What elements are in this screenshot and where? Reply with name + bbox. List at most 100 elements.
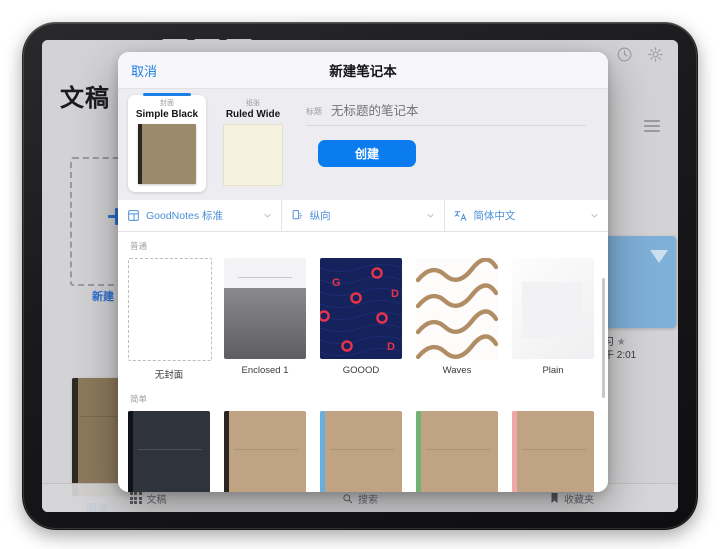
tab-label: 搜索 (358, 494, 378, 506)
search-icon (343, 493, 353, 503)
svg-text:G: G (332, 277, 341, 289)
modal-top-section: 封面 Simple Black 纸张 Ruled Wide 标题 无标题的笔记本… (118, 89, 608, 200)
cover-thumb (128, 411, 210, 492)
modal-options-row: GoodNotes 标准 纵向 简体中文 (118, 200, 608, 232)
modal-header: 取消 新建笔记本 (118, 52, 608, 89)
tab-search[interactable]: 搜索 (254, 491, 466, 506)
cover-label: GOOOD (342, 365, 380, 376)
cover-thumb (512, 258, 594, 359)
cover-spine (320, 411, 325, 492)
title-input[interactable] (329, 103, 586, 119)
book-fold-decoration (650, 250, 668, 263)
cover-item-simple-dark[interactable] (128, 411, 210, 492)
option-template[interactable]: GoodNotes 标准 (118, 200, 281, 231)
cover-thumb (224, 258, 306, 359)
cover-item-goood[interactable]: G D D GOOOD (320, 258, 402, 381)
option-template-label: GoodNotes 标准 (146, 210, 224, 222)
new-notebook-label: 新建 (92, 291, 114, 303)
modal-title: 新建笔记本 (329, 64, 397, 79)
cover-picker-kind: 封面 (160, 100, 174, 107)
library-book-time: 午 2:01 (604, 350, 637, 361)
cover-item-waves[interactable]: Waves (416, 258, 498, 381)
cover-thumb (320, 411, 402, 492)
tab-label: 文稿 (146, 494, 167, 506)
section-heading: 普通 (130, 241, 148, 251)
cover-item-simple-black-spine[interactable] (224, 411, 306, 492)
ipad-screen: 文稿 新建 阅读 习 ★ 午 2:01 (42, 40, 678, 512)
paper-thumbnail (223, 124, 283, 186)
cover-rule-line (138, 449, 202, 450)
cover-spine (138, 124, 142, 184)
cancel-button[interactable]: 取消 (131, 61, 157, 80)
cover-rule-line (238, 277, 292, 278)
tab-documents[interactable]: 文稿 (42, 491, 254, 506)
cover-gallery[interactable]: 普通 无封面 Enclosed 1 G D D GOOOD Waves Plai… (118, 232, 608, 492)
cover-thumbnail (138, 124, 196, 184)
option-language[interactable]: 简体中文 (444, 200, 608, 231)
cover-label: Plain (542, 365, 564, 376)
library-book-study[interactable] (602, 236, 676, 328)
paper-picker-name: Ruled Wide (225, 109, 281, 120)
star-icon: ★ (616, 337, 626, 348)
gear-icon[interactable] (647, 46, 664, 63)
cover-spine (128, 411, 133, 492)
orientation-icon (292, 210, 302, 220)
cover-rule-line (330, 449, 394, 450)
grid-icon (129, 492, 142, 504)
cover-rule-line (426, 449, 490, 450)
cover-row-simple (128, 411, 608, 492)
create-button[interactable]: 创建 (318, 140, 416, 167)
cover-row-normal: 无封面 Enclosed 1 G D D GOOOD Waves Plain (128, 258, 608, 381)
goood-pattern: G D D (320, 263, 402, 357)
cover-top-band (224, 258, 306, 288)
cover-item-simple-blue-spine[interactable] (320, 411, 402, 492)
option-orientation[interactable]: 纵向 (280, 200, 445, 231)
cover-bottom-band (224, 288, 306, 359)
cover-shade (522, 282, 582, 338)
cover-item-simple-green-spine[interactable] (416, 411, 498, 492)
chevron-down-icon (591, 213, 598, 218)
cover-picker-name: Simple Black (135, 109, 199, 120)
cover-label: Waves (442, 365, 472, 376)
bookmark-icon (551, 493, 558, 503)
cover-item-no-cover[interactable]: 无封面 (128, 258, 212, 381)
template-icon (128, 210, 139, 221)
section-heading: 简单 (130, 394, 148, 404)
screenshot-root: 文稿 新建 阅读 习 ★ 午 2:01 (0, 0, 720, 549)
paper-picker-kind: 纸张 (246, 100, 260, 107)
library-top-icons (616, 46, 664, 63)
title-field-area: 标题 创建 (300, 95, 598, 192)
option-language-label: 简体中文 (473, 210, 516, 222)
cover-thumb: G D D (320, 258, 402, 359)
book-spine (72, 378, 78, 496)
library-book-meta: 习 ★ 午 2:01 (604, 336, 636, 362)
svg-text:D: D (391, 288, 399, 300)
title-field-row: 标题 (306, 103, 586, 126)
language-icon (454, 211, 467, 221)
cover-rule-line (522, 449, 586, 450)
waves-pattern (416, 258, 498, 359)
cover-thumb (128, 258, 212, 361)
chevron-down-icon (427, 213, 434, 218)
page-title: 文稿 (60, 85, 110, 112)
tab-favorites[interactable]: 收藏夹 (466, 491, 678, 506)
cover-spine (224, 411, 229, 492)
cover-thumb (416, 258, 498, 359)
svg-text:D: D (387, 341, 395, 353)
list-view-icon[interactable] (644, 120, 660, 133)
cover-item-enclosed-1[interactable]: Enclosed 1 (224, 258, 306, 381)
paper-picker[interactable]: 纸张 Ruled Wide (214, 95, 292, 192)
gallery-scrollbar[interactable] (602, 278, 605, 398)
cover-item-plain[interactable]: Plain (512, 258, 594, 381)
new-notebook-modal: 取消 新建笔记本 封面 Simple Black 纸张 Ruled Wide 标… (118, 52, 608, 492)
cover-thumb (224, 411, 306, 492)
tab-label: 收藏夹 (564, 494, 594, 506)
chevron-down-icon (264, 213, 271, 218)
cover-picker[interactable]: 封面 Simple Black (128, 95, 206, 192)
cover-thumb (416, 411, 498, 492)
cover-label: Enclosed 1 (241, 365, 289, 376)
option-orientation-label: 纵向 (309, 210, 331, 222)
recent-clock-icon[interactable] (616, 46, 633, 63)
cover-item-simple-pink-spine[interactable] (512, 411, 594, 492)
cover-spine (512, 411, 517, 492)
